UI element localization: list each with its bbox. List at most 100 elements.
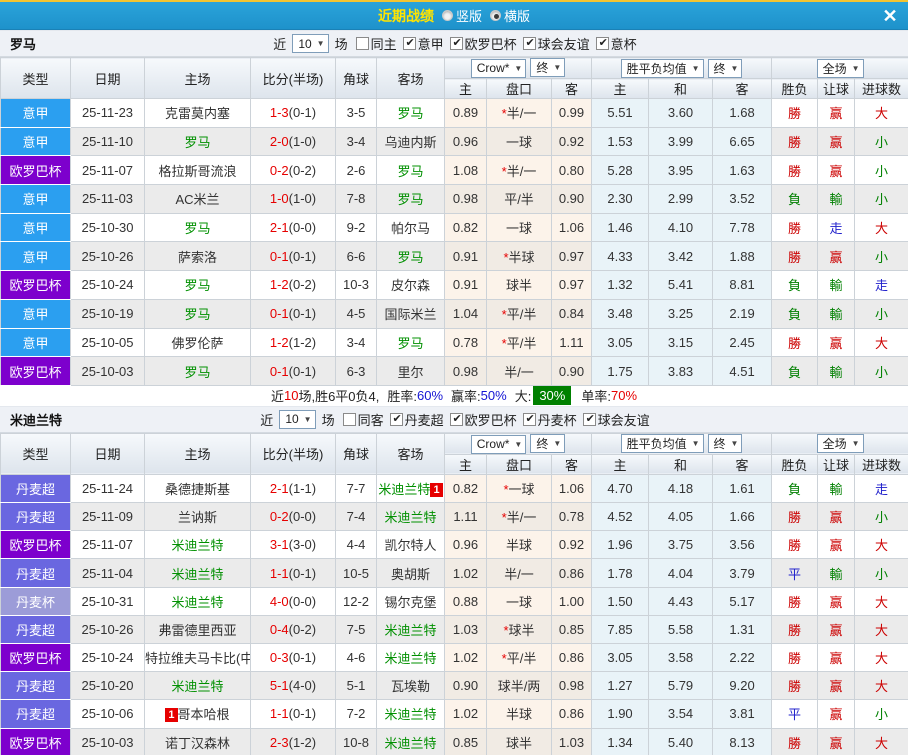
handicap-result-cell: 赢: [818, 503, 855, 531]
bookmaker-select[interactable]: Crow*▼: [471, 59, 527, 78]
handicap-text: 半/一: [504, 567, 534, 582]
handicap-result-cell: 輸: [818, 185, 855, 214]
league-checkbox[interactable]: [596, 37, 609, 50]
league-checkbox[interactable]: [403, 37, 416, 50]
bookmaker-select[interactable]: Crow*▼: [471, 435, 527, 454]
chevron-down-icon: ▼: [692, 64, 700, 73]
avg-away-cell: 2.45: [713, 328, 772, 357]
home-odds-cell: 0.78: [445, 328, 487, 357]
match-date: 25-10-05: [71, 328, 145, 357]
goals-result-cell: 走: [855, 474, 908, 502]
match-row: 意甲25-10-19罗马0-1(0-1)4-5国际米兰1.04*平/半0.843…: [1, 299, 908, 328]
league-checkbox[interactable]: [390, 413, 403, 426]
handicap-cell: *半/一: [487, 156, 552, 185]
handicap-text: 半/一: [507, 106, 537, 121]
home-team: 罗马: [145, 271, 251, 300]
vertical-layout-radio[interactable]: [442, 10, 453, 21]
league-checkbox[interactable]: [523, 413, 536, 426]
score-cell: 0-1(0-1): [251, 242, 336, 271]
away-team: 罗马: [377, 99, 445, 128]
team-name-text: 罗马: [397, 250, 423, 265]
team-name-text: AC米兰: [175, 192, 219, 207]
result-cell: 平: [772, 559, 818, 587]
column-header: 角球: [336, 58, 377, 99]
away-odds-cell: 0.80: [552, 156, 592, 185]
avg-home-cell: 3.48: [592, 299, 649, 328]
fulltime-score: 1-0: [270, 191, 289, 206]
odds-header-group: Crow*▼终▼: [445, 58, 592, 79]
odds-stage-select[interactable]: 终▼: [530, 58, 565, 77]
chevron-down-icon: ▼: [514, 64, 522, 73]
score-cell: 2-3(1-2): [251, 728, 336, 755]
league-checkbox[interactable]: [583, 413, 596, 426]
team-name-text: 米迪兰特: [171, 679, 223, 694]
select-value: 终: [536, 59, 548, 76]
score-cell: 1-1(0-1): [251, 559, 336, 587]
match-row: 丹麦超25-11-09兰讷斯0-2(0-0)7-4米迪兰特1.11*半/一0.7…: [1, 503, 908, 531]
handicap-text: 球半: [506, 736, 532, 751]
goals-result-cell: 小: [855, 559, 908, 587]
fulltime-score: 0-3: [270, 650, 289, 665]
same-venue-checkbox[interactable]: [356, 37, 369, 50]
avg-stage-select[interactable]: 终▼: [708, 59, 743, 78]
halftime-score: (1-2): [289, 335, 316, 350]
close-icon[interactable]: ✕: [878, 4, 902, 28]
home-team: 特拉维夫马卡比(中): [145, 644, 251, 672]
same-venue-checkbox[interactable]: [343, 413, 356, 426]
avg-home-cell: 1.75: [592, 357, 649, 386]
away-odds-cell: 0.90: [552, 185, 592, 214]
sub-column-header: 客: [552, 79, 592, 99]
away-team: 米迪兰特1: [377, 474, 445, 502]
rank-badge: 1: [165, 708, 177, 722]
halftime-score: (3-0): [289, 537, 316, 552]
away-team: 国际米兰: [377, 299, 445, 328]
goals-result-cell: 大: [855, 531, 908, 559]
fulltime-score: 1-1: [270, 566, 289, 581]
league-checkbox[interactable]: [450, 37, 463, 50]
match-row: 欧罗巴杯25-10-03诺丁汉森林2-3(1-2)10-8米迪兰特0.85球半1…: [1, 728, 908, 755]
home-odds-cell: 0.96: [445, 531, 487, 559]
big-rate-value: 30%: [533, 386, 571, 405]
league-type-badge: 欧罗巴杯: [1, 531, 71, 559]
handicap-result-cell: 赢: [818, 587, 855, 615]
avg-stage-select[interactable]: 终▼: [708, 434, 743, 453]
avg-select[interactable]: 胜平负均值▼: [621, 434, 704, 453]
league-checkbox-label: 意杯: [611, 34, 637, 53]
corners-cell: 3-5: [336, 99, 377, 128]
home-odds-cell: 0.82: [445, 213, 487, 242]
select-value: 胜平负均值: [627, 60, 687, 77]
team-name-text: 米迪兰特: [384, 707, 436, 722]
handicap-result-cell: 輸: [818, 299, 855, 328]
league-checkbox[interactable]: [450, 413, 463, 426]
handicap-text: 球半: [509, 623, 535, 638]
league-checkbox[interactable]: [523, 37, 536, 50]
vertical-layout-label: 竖版: [456, 6, 482, 25]
avg-select[interactable]: 胜平负均值 ▼: [621, 59, 704, 78]
select-value: 全场: [823, 60, 847, 77]
home-team: 1哥本哈根: [145, 700, 251, 728]
league-checkbox-label: 欧罗巴杯: [465, 34, 517, 53]
match-date: 25-10-19: [71, 299, 145, 328]
scope-select[interactable]: 全场▼: [817, 59, 864, 78]
avg-header-group: 胜平负均值▼终▼: [592, 58, 772, 79]
handicap-result-cell: 赢: [818, 156, 855, 185]
result-cell: 勝: [772, 127, 818, 156]
fulltime-score: 1-2: [270, 335, 289, 350]
match-date: 25-11-09: [71, 503, 145, 531]
chevron-down-icon: ▼: [731, 64, 739, 73]
handicap-result-cell: 走: [818, 213, 855, 242]
horizontal-layout-radio[interactable]: [490, 10, 501, 21]
team-name-text: 罗马: [397, 164, 423, 179]
fulltime-score: 1-3: [270, 105, 289, 120]
odds-stage-select[interactable]: 终▼: [530, 434, 565, 453]
handicap-result-cell: 赢: [818, 644, 855, 672]
handicap-cell: *平/半: [487, 328, 552, 357]
goals-result-cell: 小: [855, 242, 908, 271]
match-count-select[interactable]: 10▼: [292, 34, 328, 53]
avg-home-cell: 7.85: [592, 615, 649, 643]
match-date: 25-10-20: [71, 672, 145, 700]
match-date: 25-10-06: [71, 700, 145, 728]
handicap-result-cell: 輸: [818, 474, 855, 502]
match-count-select[interactable]: 10▼: [279, 410, 315, 429]
scope-select[interactable]: 全场▼: [817, 434, 864, 453]
